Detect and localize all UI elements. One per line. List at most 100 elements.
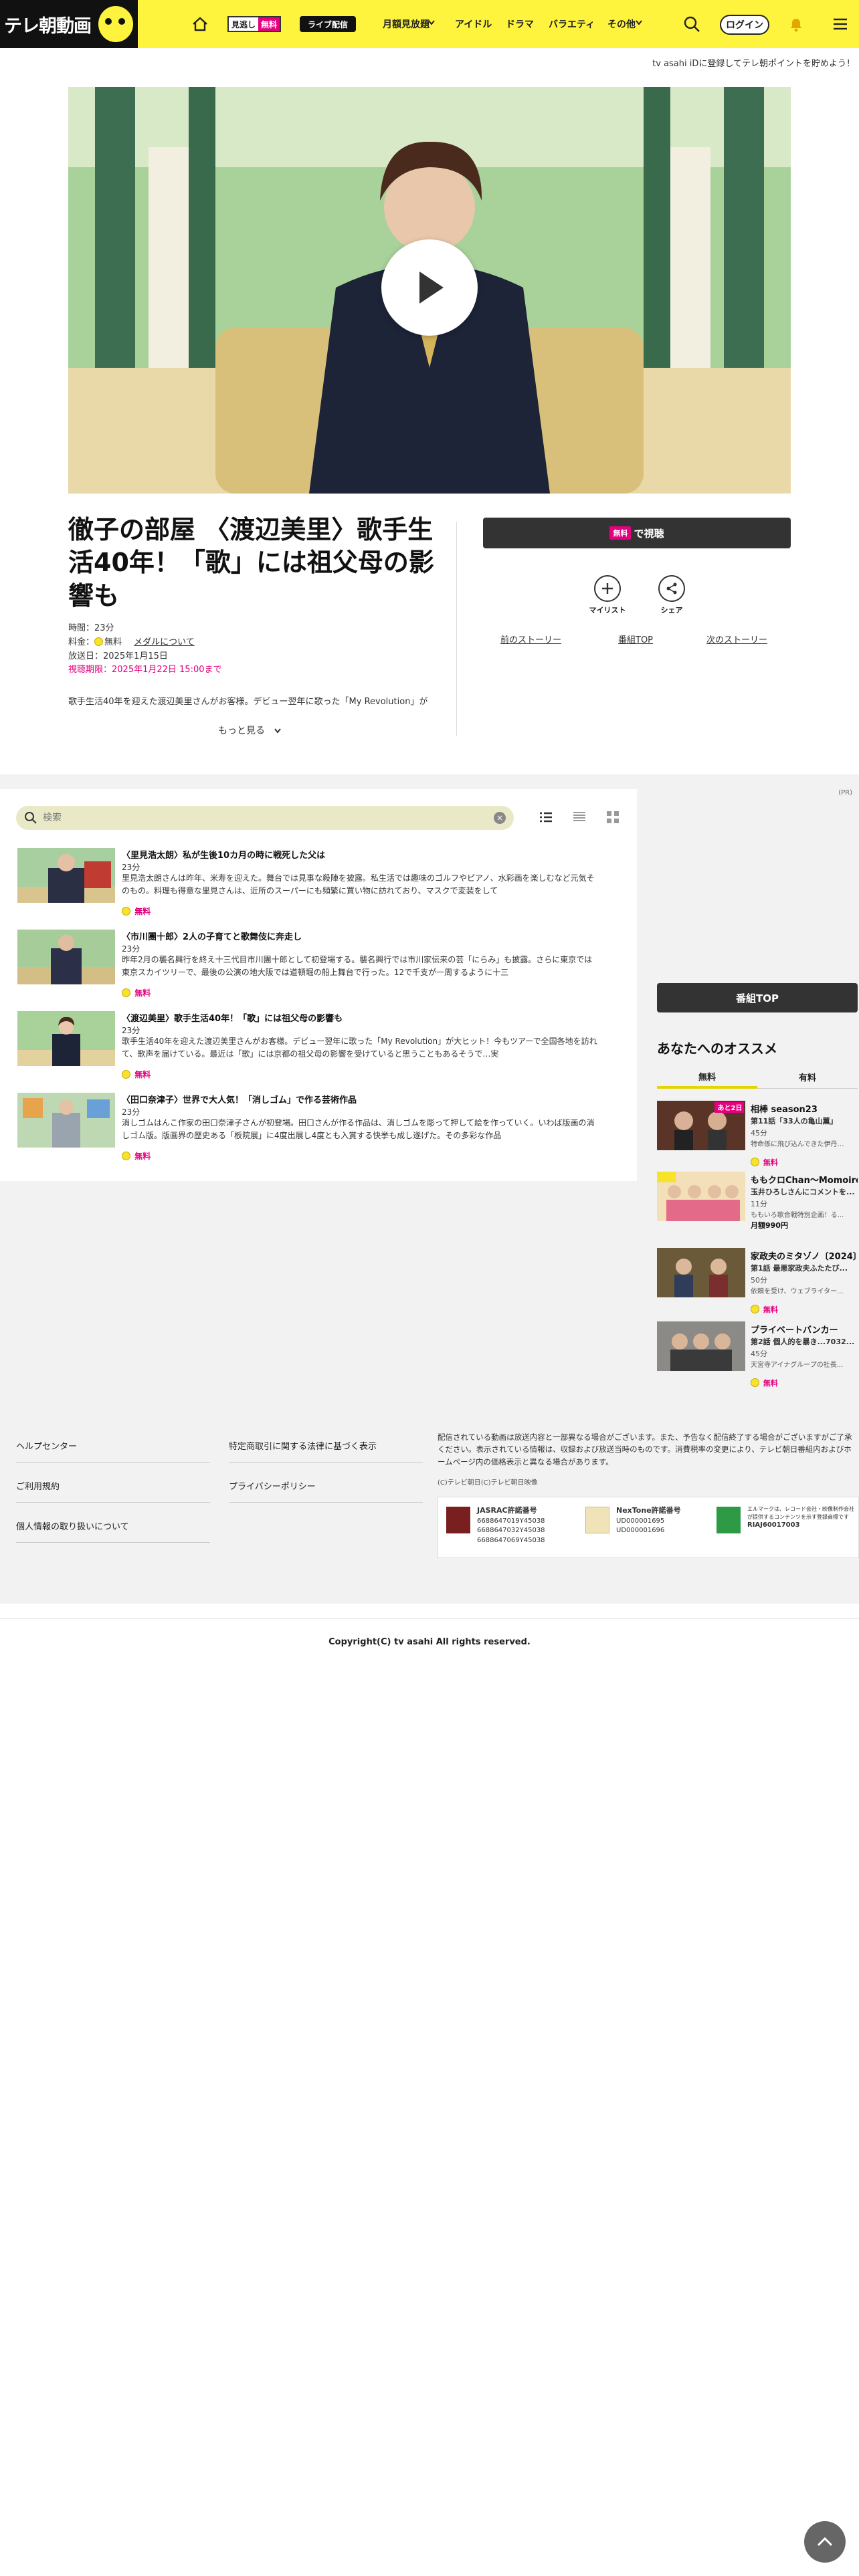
login-button[interactable]: ログイン [720,15,769,35]
program-top-button[interactable]: 番組TOP [657,983,858,1012]
episode-duration: 23分 [122,944,140,954]
divider [229,1462,423,1463]
episode-row[interactable]: 〈田口奈津子〉世界で大人気！「消しゴム」で作る芸術作品 23分 消しゴムはんこ作… [17,1093,619,1168]
nav-idol[interactable]: アイドル [455,17,492,31]
episode-desc: 里見浩太朗さんは昨年、米寿を迎えた。舞台では見事な殺陣を披露。私生活では趣味のゴ… [122,873,595,895]
free-label: 無料 [134,1152,151,1161]
promo-text[interactable]: tv asahi iDに登録してテレ朝ポイントを貯めよう！ [652,56,855,69]
duration: 時間：23分 [68,623,114,633]
grid-view-icon[interactable] [605,809,621,825]
price-label: 料金： [68,637,95,647]
compact-view-icon[interactable] [571,809,587,825]
catchup-free-button[interactable]: 見逃し 無料 [227,16,282,32]
free-label: 無料 [763,1305,778,1314]
episode-thumbnail [17,1093,115,1148]
share-label: シェア [660,606,683,615]
medal-icon [94,637,104,646]
free-label: 無料 [134,907,151,916]
recommend-item[interactable]: あと2日 相棒 season23 第11話「33人の亀山薫」 45分 特命係に飛… [657,1101,858,1167]
divider [16,1462,210,1463]
recommend-desc: 天宮寺アイナグループの社長... [751,1362,844,1369]
live-button[interactable]: ライブ配信 [300,16,357,32]
search-icon[interactable] [682,15,701,33]
nav-monthly[interactable]: 月額見放題 [383,17,430,31]
share-button[interactable] [658,575,685,602]
episode-row[interactable]: 〈里見浩太朗〉私が生後10カ月の時に戦死した父は 23分 里見浩太朗さんは昨年、… [17,848,619,923]
bell-icon[interactable] [787,15,805,33]
privacy-handling-link[interactable]: 個人情報の取り扱いについて [16,1519,129,1532]
recommend-item[interactable]: 家政夫のミタゾノ〔2024〕 第1話 最悪家政夫ふたたび... 50分 依頼を受… [657,1248,858,1314]
commercial-law-link[interactable]: 特定商取引に関する法律に基づく表示 [229,1439,377,1452]
search-input[interactable] [16,806,514,830]
free-label: 無料 [134,1070,151,1079]
episode-row[interactable]: 〈渡辺美里〉歌手生活40年！「歌」には祖父母の影響も 23分 歌手生活40年を迎… [17,1011,619,1086]
free-tag: 無料 [122,905,151,917]
free-tag: 無料 [751,1157,778,1168]
jasrac-logo [446,1507,470,1533]
free-label: 無料 [258,17,280,31]
free-tag: 無料 [751,1304,778,1315]
nav-drama[interactable]: ドラマ [506,17,534,31]
privacy-policy-link[interactable]: プライバシーポリシー [229,1479,316,1492]
recommend-subtitle: 玉井ひろしさんにコメントを... [751,1188,855,1196]
copyright: Copyright(C) tv asahi All rights reserve… [0,1618,859,1665]
jasrac-num: 6688647032Y45038 [477,1527,545,1534]
jasrac-num: 6688647069Y45038 [477,1536,545,1544]
clear-search-button[interactable]: × [494,812,506,824]
free-tag: 無料 [122,987,151,998]
jasrac-num: 6688647019Y45038 [477,1517,545,1525]
list-view-icon[interactable] [538,809,554,825]
menu-icon[interactable] [831,15,850,33]
program-top-link[interactable]: 番組TOP [618,633,653,645]
lmark-num: RIAJ60017003 [747,1521,800,1529]
recommend-duration: 45分 [751,1350,767,1358]
watch-free-button[interactable]: 無料 で視聴 [483,518,791,548]
scroll-to-top-button[interactable] [804,2521,846,2563]
prev-story-link[interactable]: 前のストーリー [500,633,561,645]
episode-row[interactable]: 〈市川團十郎〉2人の子育てと歌舞伎に奔走し 23分 昨年2月の襲名興行を終え十三… [17,930,619,1004]
help-center-link[interactable]: ヘルプセンター [16,1439,77,1452]
recommend-duration: 11分 [751,1200,767,1208]
terms-link[interactable]: ご利用規約 [16,1479,60,1492]
free-label: 無料 [763,1158,778,1167]
recommend-thumbnail [657,1321,745,1371]
chevron-down-icon [428,20,435,25]
play-button[interactable] [381,239,478,336]
divider [16,1542,210,1543]
episode-title: 〈市川團十郎〉2人の子育てと歌舞伎に奔走し [122,932,302,942]
free-label: 無料 [763,1379,778,1388]
nextone-label: NexTone許諾番号 [616,1506,681,1515]
tab-free[interactable]: 無料 [657,1066,757,1089]
recommend-title: ももクロChan～Momoiro... [751,1176,858,1186]
tab-paid[interactable]: 有料 [757,1066,858,1089]
show-more-button[interactable]: もっと見る [218,724,282,737]
video-player[interactable] [68,87,791,494]
show-more-label: もっと見る [218,726,265,736]
episode-title: 〈渡辺美里〉歌手生活40年！「歌」には祖父母の影響も [122,1014,343,1024]
free-label: 無料 [134,988,151,998]
nav-other[interactable]: その他 [607,17,636,31]
mylist-button[interactable] [594,575,621,602]
medal-info-link[interactable]: メダルについて [134,637,195,647]
episode-title: 徹子の部屋 〈渡辺美里〉歌手生活40年！「歌」には祖父母の影響も [68,515,434,611]
nav-variety[interactable]: バラエティ [549,17,595,31]
home-icon[interactable] [191,16,209,32]
catchup-label: 見逃し [231,19,256,29]
next-story-link[interactable]: 次のストーリー [706,633,767,645]
recommend-desc: 依頼を受け、ウェブライター... [751,1288,844,1295]
recommend-desc: 特命係に飛び込んできた伊丹… [751,1141,844,1148]
recommend-item[interactable]: プライベートバンカー 第2話 個人的を暴き...7032... 45分 天宮寺ア… [657,1321,858,1388]
recommend-thumbnail [657,1172,745,1221]
episode-meta: 時間：23分 料金： 無料 メダルについて 放送日：2025年1月15日 視聴期限… [68,622,222,677]
recommend-title: プライベートバンカー [751,1325,838,1335]
medal-icon [122,988,130,997]
medal-icon [122,907,130,916]
recommend-thumbnail [657,1248,745,1297]
play-icon [419,272,444,304]
medal-icon [751,1305,759,1313]
recommend-item[interactable]: ももクロChan～Momoiro... 玉井ひろしさんにコメントを... 11分… [657,1172,858,1230]
recommend-duration: 45分 [751,1129,767,1138]
chevron-up-icon [817,2537,833,2547]
episode-duration: 23分 [122,1107,140,1117]
site-logo[interactable]: テレ朝動画 [0,0,138,48]
